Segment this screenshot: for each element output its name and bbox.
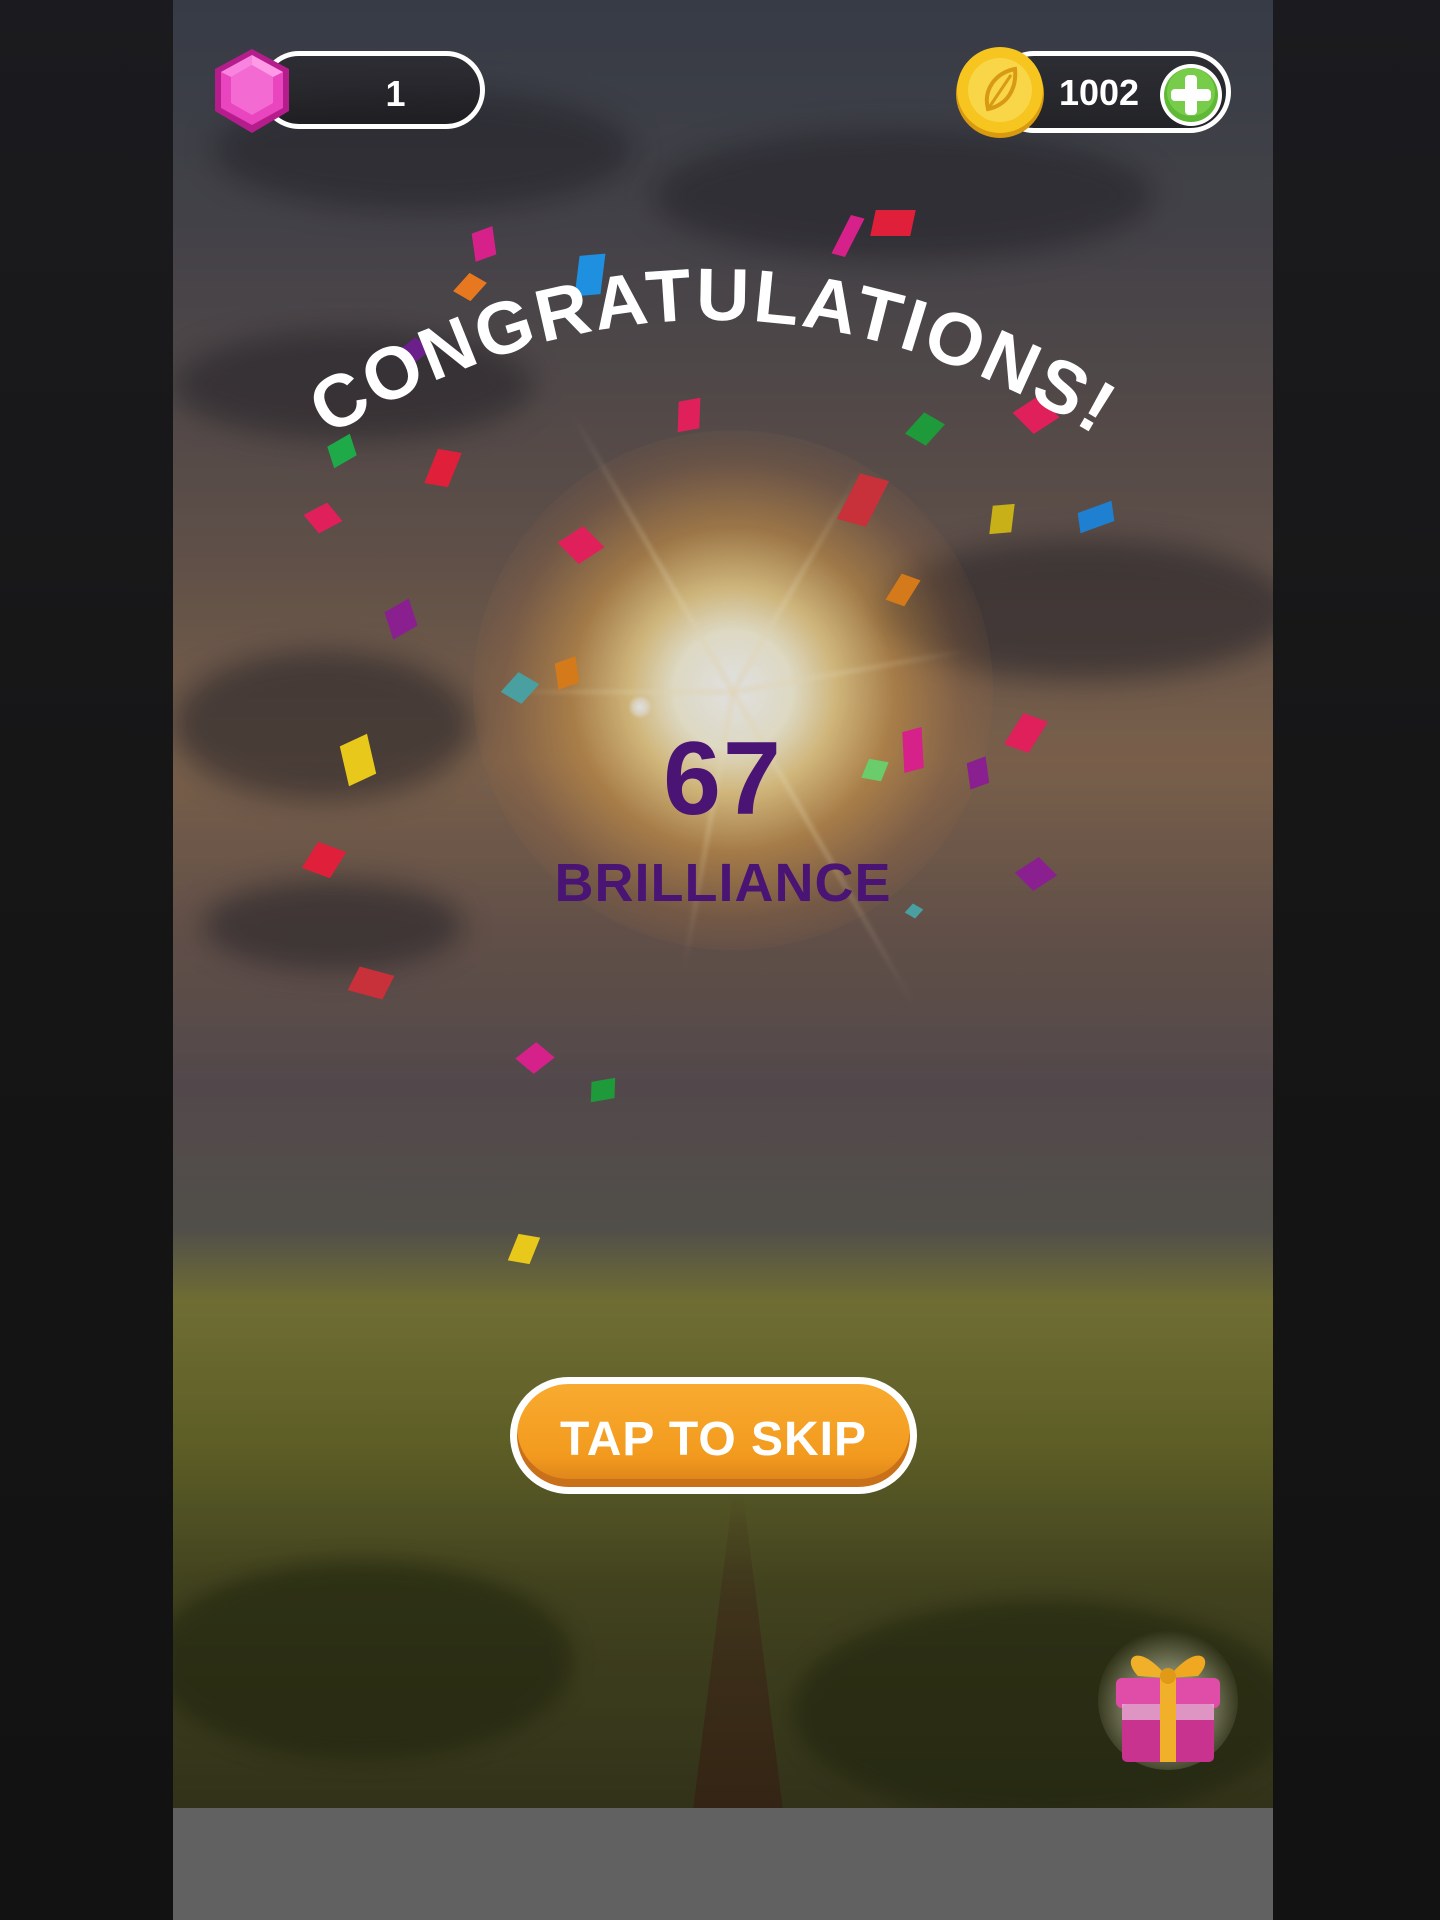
gem-count: 1 bbox=[385, 73, 406, 114]
leaf-coin-icon bbox=[956, 47, 1044, 138]
right-letterbox bbox=[1273, 0, 1440, 1920]
left-letterbox bbox=[0, 0, 173, 1920]
plus-icon[interactable] bbox=[1158, 62, 1224, 128]
gem-icon bbox=[215, 49, 289, 133]
tap-to-skip-label: TAP TO SKIP bbox=[559, 1413, 868, 1466]
tap-to-skip-button[interactable]: TAP TO SKIP bbox=[510, 1377, 917, 1494]
svg-text:CONGRATULATIONS!: CONGRATULATIONS! bbox=[295, 253, 1131, 451]
congratulations-text: CONGRATULATIONS! bbox=[295, 253, 1128, 451]
game-screen: 1 1002 CONGRATULATIONS! 67 BRILLIANCE TA… bbox=[0, 0, 1440, 1920]
coin-count: 1002 bbox=[1058, 72, 1140, 113]
confetti-piece bbox=[590, 1077, 616, 1103]
brilliance-score: 67 bbox=[663, 721, 783, 837]
bottom-panel bbox=[173, 1808, 1273, 1920]
game-area: 1 1002 CONGRATULATIONS! 67 BRILLIANCE TA… bbox=[173, 0, 1273, 1808]
congratulations-title: CONGRATULATIONS! bbox=[295, 253, 1131, 451]
gift-icon[interactable] bbox=[1098, 1620, 1238, 1770]
brilliance-label: BRILLIANCE bbox=[554, 853, 892, 913]
